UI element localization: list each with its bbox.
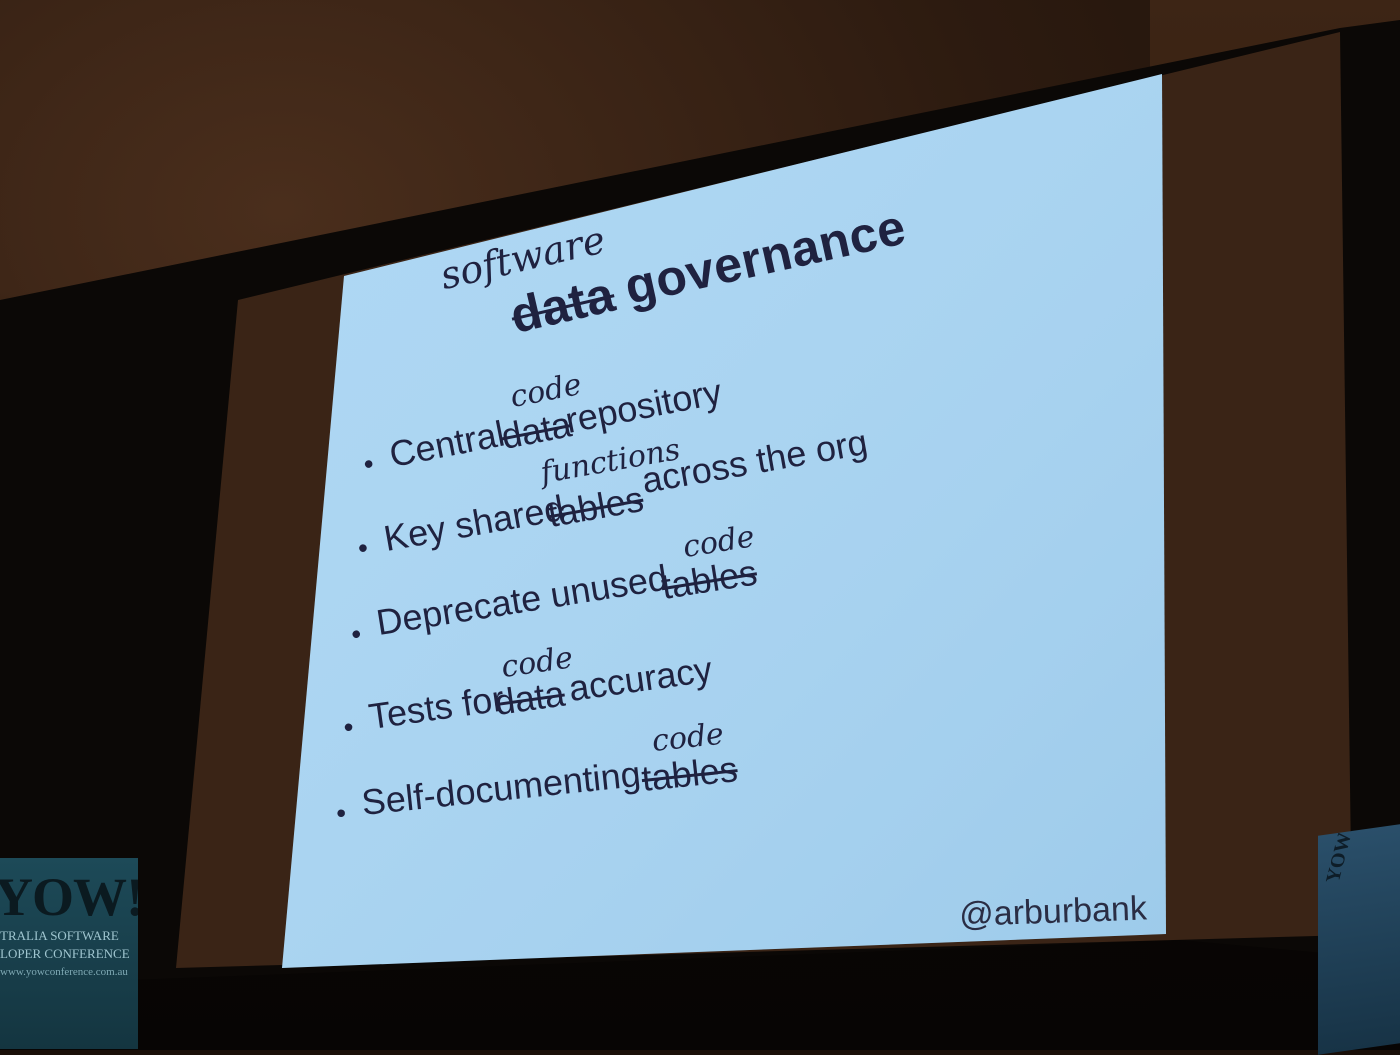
conference-banner-right: YOW! 2016 CONFERENCE: [1318, 824, 1400, 1055]
banner-line-2: TRALIA SOFTWARE: [0, 928, 119, 943]
banner-line-4: www.yowconference.com.au: [0, 966, 128, 978]
banner-right-text: YOW! 2016 CONFERENCE: [1322, 824, 1400, 884]
projection-screen: [0, 0, 1400, 1049]
banner-line-3: LOPER CONFERENCE: [0, 946, 130, 961]
conference-banner-left: YOW! TRALIA SOFTWARE LOPER CONFERENCE ww…: [0, 858, 138, 1049]
banner-logo-text: YOW!: [0, 867, 138, 927]
